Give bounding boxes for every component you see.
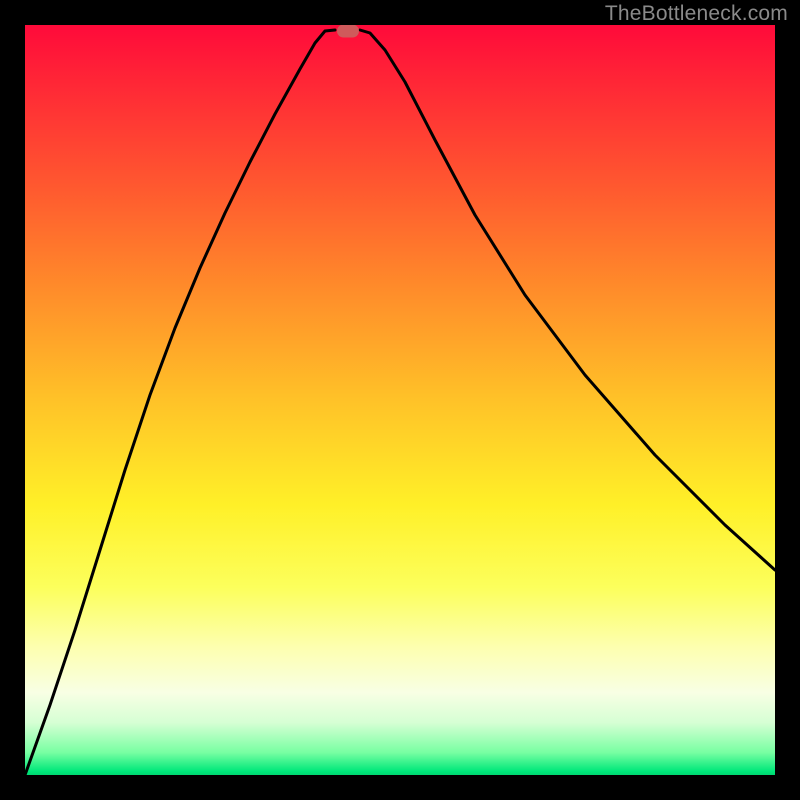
right-curve [360, 30, 775, 570]
plot-area [25, 25, 775, 775]
curve-layer [25, 25, 775, 775]
left-curve [25, 30, 335, 775]
chart-frame: TheBottleneck.com [0, 0, 800, 800]
bottleneck-marker [337, 25, 359, 38]
watermark-text: TheBottleneck.com [605, 2, 788, 26]
